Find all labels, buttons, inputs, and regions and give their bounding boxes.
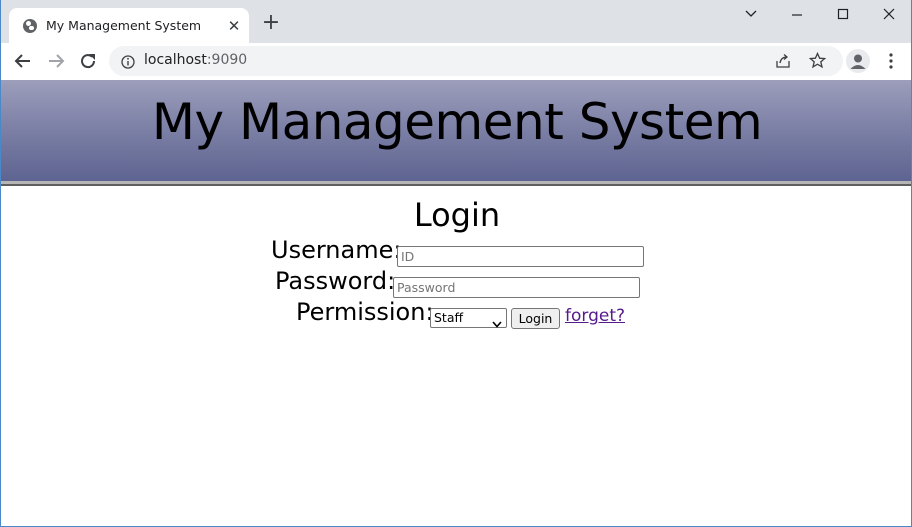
password-label: Password:	[275, 267, 396, 295]
new-tab-button[interactable]: +	[260, 12, 282, 35]
username-label: Username:	[271, 236, 402, 264]
menu-icon[interactable]	[883, 51, 899, 71]
browser-window: My Management System ✕ + localhost:9090 …	[0, 0, 912, 527]
profile-icon[interactable]	[846, 49, 870, 73]
url-text: localhost:9090	[144, 52, 247, 68]
share-icon[interactable]	[775, 53, 791, 69]
minimize-icon[interactable]	[783, 6, 811, 26]
url-host: localhost	[144, 52, 207, 68]
header-divider	[1, 181, 911, 186]
chevron-down-icon[interactable]	[737, 6, 765, 26]
tab-title: My Management System	[46, 18, 202, 33]
browser-tab[interactable]: My Management System ✕	[9, 8, 249, 43]
forward-icon[interactable]	[44, 49, 68, 73]
header-banner: My Management System	[1, 80, 911, 181]
close-icon[interactable]	[875, 6, 903, 26]
address-bar[interactable]: localhost:9090	[109, 46, 843, 76]
login-button[interactable]: Login	[511, 308, 560, 329]
globe-icon	[23, 19, 37, 33]
chevron-down-icon	[492, 315, 502, 328]
browser-toolbar: localhost:9090	[1, 43, 911, 79]
tab-strip: My Management System ✕ +	[1, 0, 911, 43]
reload-icon[interactable]	[76, 49, 100, 73]
back-icon[interactable]	[11, 49, 35, 73]
forget-password-link[interactable]: forget?	[565, 306, 625, 326]
login-heading: Login	[413, 196, 501, 234]
permission-select[interactable]: Staff	[430, 308, 507, 328]
username-field[interactable]	[397, 246, 644, 267]
url-port: :9090	[206, 52, 248, 68]
page-title: My Management System	[151, 93, 763, 151]
permission-selected-value: Staff	[434, 310, 464, 325]
star-icon[interactable]	[808, 51, 827, 69]
info-icon[interactable]	[121, 54, 135, 69]
page-content: My Management System Login Username: Pas…	[1, 79, 911, 526]
tab-close-icon[interactable]: ✕	[225, 17, 243, 35]
password-field[interactable]	[393, 277, 640, 298]
maximize-icon[interactable]	[829, 6, 857, 26]
permission-label: Permission:	[296, 298, 434, 326]
